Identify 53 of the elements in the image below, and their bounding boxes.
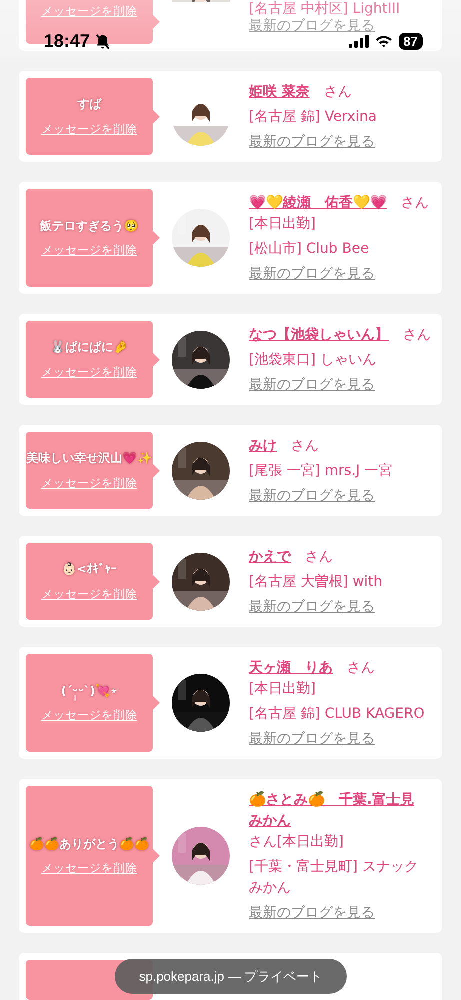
blog-link[interactable]: 最新のブログを見る xyxy=(249,903,375,924)
delete-message-link[interactable]: メッセージを削除 xyxy=(42,476,138,491)
girl-name-link[interactable]: かえで xyxy=(249,547,291,568)
signal-icon xyxy=(348,35,369,48)
blog-link[interactable]: 最新のブログを見る xyxy=(249,597,375,618)
shop-text: [名古屋 中村区] LightIII xyxy=(249,1,402,18)
shop-text: [松山市] Club Bee xyxy=(249,240,370,259)
message-text: すば xyxy=(78,96,102,114)
shop-text: [名古屋 錦] Verxina xyxy=(249,108,378,127)
blog-link[interactable]: 最新のブログを見る xyxy=(249,486,375,507)
message-text: (ˊᵕ̩̩ᵕˋ)💘⋆ xyxy=(61,682,118,700)
clock-time: 18:47 xyxy=(44,31,90,52)
attendance-text: [本日出勤] xyxy=(249,680,316,699)
girl-name-link[interactable]: 天ヶ瀬 りあ xyxy=(249,658,333,679)
battery-level: 87 xyxy=(398,33,423,50)
message-text: 🍊🍊ありがとう🍊🍊 xyxy=(30,836,150,853)
delete-message-link[interactable]: メッセージを削除 xyxy=(42,708,138,724)
delete-message-link[interactable]: メッセージを削除 xyxy=(42,122,138,137)
girl-name-link[interactable]: 🍊さとみ🍊 千葉.富士見みかん xyxy=(249,790,417,832)
attendance-text: [本日出勤] xyxy=(277,833,344,852)
delete-message-link[interactable]: メッセージを削除 xyxy=(42,364,138,380)
blog-link[interactable]: 最新のブログを見る xyxy=(249,729,375,750)
girl-name-link[interactable]: みけ xyxy=(249,436,277,457)
honorific-text: さん xyxy=(347,659,375,678)
bell-off-icon xyxy=(94,32,112,50)
wifi-icon xyxy=(374,35,393,48)
shop-text: [名古屋 錦] CLUB KAGERO xyxy=(249,705,426,724)
girl-name-link[interactable]: 姫咲 菜奈 xyxy=(249,82,310,103)
shop-text: [尾張 一宮] mrs.J 一宮 xyxy=(249,462,394,481)
girl-name-link[interactable]: 💗💛綾瀬 佑香💛💗 xyxy=(249,193,387,214)
message-text: 美味しい幸せ沢山💗✨ xyxy=(26,450,152,468)
blog-link[interactable]: 最新のブログを見る xyxy=(249,264,375,285)
delete-message-link[interactable]: メッセージを削除 xyxy=(42,586,138,602)
girl-name-link[interactable]: なつ【池袋しゃいん】 xyxy=(249,325,389,346)
delete-message-link[interactable]: メッセージを削除 xyxy=(42,861,138,876)
delete-message-link[interactable]: メッセージを削除 xyxy=(42,243,138,258)
address-bar[interactable]: sp.pokepara.jp — プライベート xyxy=(115,959,347,994)
blog-link[interactable]: 最新のブログを見る xyxy=(249,18,375,35)
attendance-text: [本日出勤] xyxy=(249,215,316,234)
honorific-text: さん xyxy=(305,548,333,567)
message-text: 🐰ぱにぱに🤌 xyxy=(50,339,128,356)
honorific-text: さん xyxy=(291,437,319,456)
honorific-text: さん xyxy=(403,326,431,345)
shop-text: [名古屋 大曽根] with xyxy=(249,573,384,592)
blog-link[interactable]: 最新のブログを見る xyxy=(249,375,375,396)
message-text: 👶🏻<ｵｷﾞｬｰ xyxy=(62,561,117,578)
shop-text: [千葉・富士見町] スナックみかん xyxy=(249,858,420,898)
blog-link[interactable]: 最新のブログを見る xyxy=(249,132,375,153)
honorific-text: さん xyxy=(249,833,277,852)
message-text: 飯テロすぎるう🥺 xyxy=(40,218,139,235)
honorific-text: さん xyxy=(324,83,352,102)
honorific-text: さん xyxy=(401,194,429,213)
shop-text: [池袋東口] しゃいん xyxy=(249,351,378,370)
